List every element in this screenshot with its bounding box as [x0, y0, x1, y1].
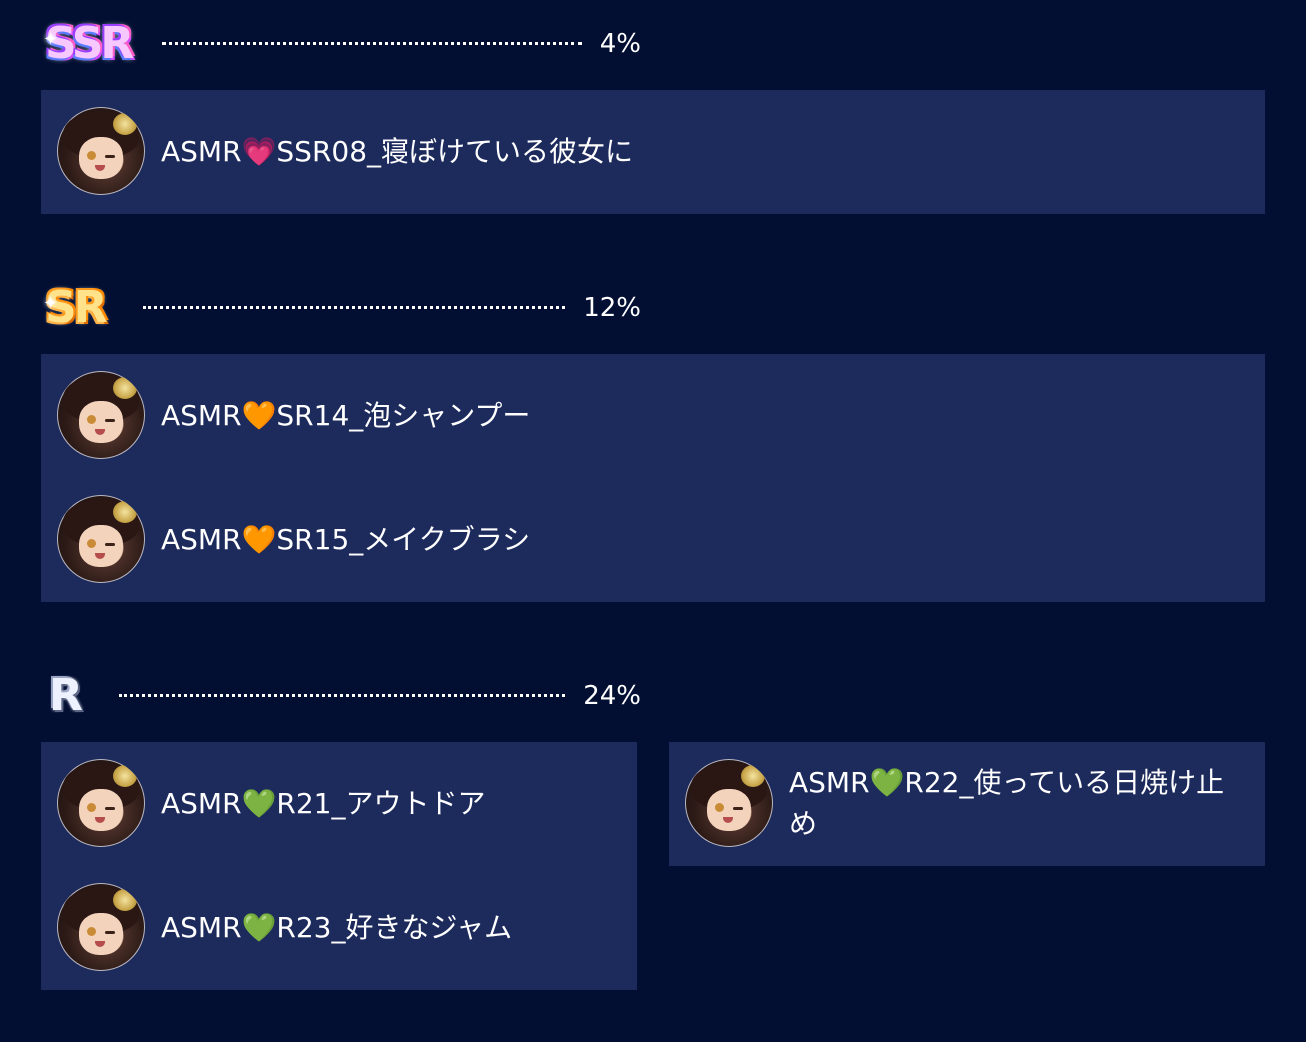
item-title: ASMR💚R22_使っている日焼け止め — [789, 766, 1225, 840]
character-avatar-icon — [57, 759, 145, 847]
gacha-rates-page: ✦ SSR 4% ASMR💗SSR08_寝ぼけている彼女に ✦ SR 12% A… — [0, 0, 1306, 1042]
sr-dotted-leader — [143, 306, 565, 309]
character-avatar-icon — [57, 107, 145, 195]
list-item[interactable]: ASMR💗SSR08_寝ぼけている彼女に — [41, 90, 1265, 214]
ssr-rate: 4% — [599, 29, 641, 59]
list-item[interactable]: ASMR💚R23_好きなジャム — [41, 866, 637, 990]
sr-badge: ✦ SR — [43, 278, 108, 338]
ssr-dotted-leader — [162, 42, 582, 45]
list-item[interactable]: ASMR🧡SR15_メイクブラシ — [41, 478, 1265, 602]
r-item-panel-right: ASMR💚R22_使っている日焼け止め — [669, 742, 1265, 866]
item-title: ASMR💚R21_アウトドア — [161, 787, 486, 820]
item-title: ASMR🧡SR14_泡シャンプー — [161, 399, 531, 432]
character-avatar-icon — [57, 883, 145, 971]
character-avatar-icon — [57, 495, 145, 583]
item-title: ASMR🧡SR15_メイクブラシ — [161, 523, 531, 556]
list-item[interactable]: ASMR🧡SR14_泡シャンプー — [41, 354, 1265, 478]
ssr-badge: ✦ SSR — [43, 14, 134, 74]
r-badge: R — [49, 670, 83, 721]
sr-rate: 12% — [583, 293, 641, 323]
r-rate: 24% — [583, 681, 641, 711]
ssr-rate-header: ✦ SSR 4% — [41, 14, 641, 74]
item-title: ASMR💚R23_好きなジャム — [161, 911, 513, 944]
sr-item-panel: ASMR🧡SR14_泡シャンプー ASMR🧡SR15_メイクブラシ — [41, 354, 1265, 602]
ssr-item-panel: ASMR💗SSR08_寝ぼけている彼女に — [41, 90, 1265, 214]
item-title: ASMR💗SSR08_寝ぼけている彼女に — [161, 135, 634, 168]
r-dotted-leader — [119, 694, 565, 697]
character-avatar-icon — [685, 759, 773, 847]
sr-rate-header: ✦ SR 12% — [41, 278, 641, 338]
list-item[interactable]: ASMR💚R21_アウトドア — [41, 742, 637, 866]
r-item-panel-left: ASMR💚R21_アウトドア ASMR💚R23_好きなジャム — [41, 742, 637, 990]
character-avatar-icon — [57, 371, 145, 459]
sparkle-icon: ✦ — [43, 29, 59, 50]
list-item[interactable]: ASMR💚R22_使っている日焼け止め — [669, 742, 1265, 866]
r-rate-header: R 24% — [41, 666, 641, 726]
sparkle-icon: ✦ — [43, 293, 59, 314]
